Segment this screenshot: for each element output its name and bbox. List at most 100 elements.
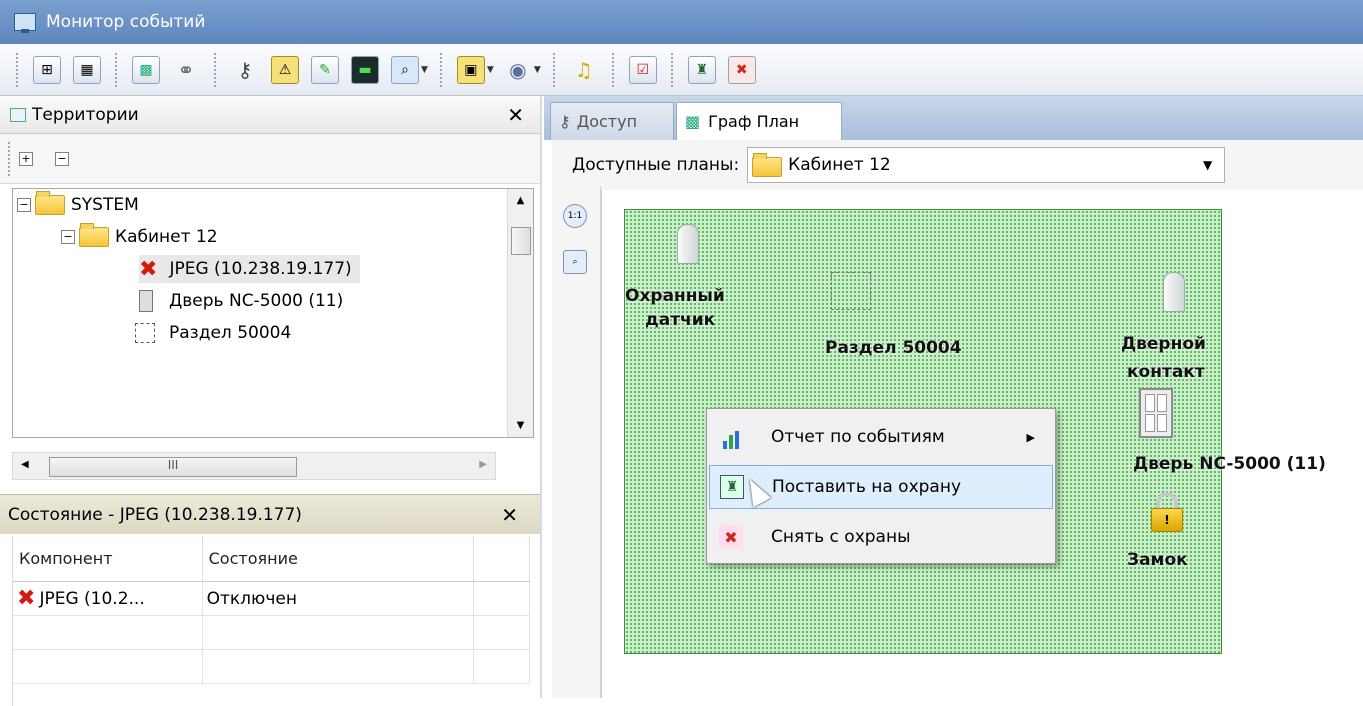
- main-toolbar: ⊞ ▦ ▩ ⚭ ⚷ ⚠ ✎ ▬ ⌕ ▼ ▣ ▼ ◉ ▼ ♫ ☑ ♜ ✖: [0, 44, 1363, 96]
- close-icon[interactable]: ✕: [507, 103, 524, 127]
- table-row-empty: [13, 650, 530, 684]
- chevron-down-icon[interactable]: ▼: [1203, 158, 1212, 172]
- lock-icon[interactable]: !: [1151, 492, 1183, 532]
- chart-icon: [719, 425, 743, 449]
- tree-node-label: SYSTEM: [71, 195, 139, 215]
- toolbar-grip[interactable]: [16, 52, 19, 87]
- zoom-icon[interactable]: ⌕: [391, 55, 419, 84]
- scroll-right-icon[interactable]: ▶: [479, 459, 487, 470]
- camera-icon[interactable]: ◉: [504, 56, 532, 84]
- folder-icon: [752, 153, 783, 177]
- plan-area: ⚷ Доступ ▩ Граф План Доступные планы: Ка…: [544, 96, 1363, 698]
- table-row[interactable]: ✖ JPEG (10.2... Отключен: [13, 582, 530, 616]
- zoom-dropdown-icon[interactable]: ▼: [421, 65, 428, 75]
- folder-icon: [79, 223, 109, 247]
- collapse-node-icon[interactable]: −: [17, 198, 31, 212]
- territory-panel-title: Территории: [32, 104, 139, 125]
- tree-vertical-scrollbar[interactable]: ▲ ▼: [507, 189, 533, 437]
- scroll-left-icon[interactable]: ◀: [21, 459, 29, 470]
- toolbar-grip: [8, 141, 11, 176]
- expand-all-button[interactable]: +: [19, 151, 33, 166]
- music-icon[interactable]: ♫: [570, 56, 598, 84]
- toolbar-separator: [611, 52, 615, 87]
- scroll-down-icon[interactable]: ▼: [508, 420, 533, 431]
- territory-icon: [10, 107, 26, 122]
- plan-select-value: Кабинет 12: [788, 155, 891, 175]
- camera-offline-icon: ✖: [139, 256, 158, 282]
- tree-node-label: Кабинет 12: [115, 227, 218, 247]
- disarm-icon[interactable]: ✖: [727, 55, 756, 84]
- tree-node-section[interactable]: Раздел 50004: [135, 319, 291, 347]
- zoom-fit-icon[interactable]: ⌕: [563, 250, 587, 274]
- available-plans-label: Доступные планы:: [572, 155, 740, 175]
- graph-plan-icon: ▩: [685, 112, 701, 131]
- export-icon[interactable]: ▣: [456, 55, 485, 84]
- cell-state: Отключен: [203, 582, 475, 615]
- section-label: Раздел 50004: [825, 338, 962, 358]
- export-dropdown-icon[interactable]: ▼: [487, 65, 494, 75]
- tree-node-system[interactable]: − SYSTEM: [17, 191, 139, 219]
- door-icon[interactable]: [1139, 388, 1173, 438]
- arm-icon: ♜: [720, 475, 744, 499]
- plan-select[interactable]: Кабинет 12 ▼: [747, 147, 1226, 183]
- door-contact-label-line1: Дверной: [1121, 334, 1206, 354]
- alarm-icon[interactable]: ⚠: [271, 55, 299, 84]
- cell-component: ✖ JPEG (10.2...: [13, 582, 203, 615]
- section-icon[interactable]: [831, 272, 871, 310]
- door-contact-icon[interactable]: [1163, 272, 1185, 312]
- key-icon[interactable]: ⚷: [231, 56, 259, 84]
- plan-side-toolbar: 1:1 ⌕: [552, 190, 602, 698]
- menu-item-label: Поставить на охрану: [772, 477, 962, 497]
- territory-icon[interactable]: ⊞: [33, 55, 61, 84]
- close-icon[interactable]: ✕: [501, 503, 518, 527]
- key-icon: ⚷: [559, 112, 571, 131]
- collapse-all-button[interactable]: −: [55, 151, 69, 166]
- graph-plan-icon[interactable]: ▩: [132, 55, 160, 84]
- tree-node-door[interactable]: Дверь NC-5000 (11): [139, 287, 343, 315]
- territory-tree[interactable]: − SYSTEM − Кабинет 12 ✖ JPEG (10.238.19.…: [12, 188, 534, 438]
- arm-icon[interactable]: ♜: [687, 55, 716, 84]
- link-icon[interactable]: ⚭: [172, 56, 200, 84]
- edit-icon[interactable]: ✎: [311, 55, 339, 84]
- scroll-thumb[interactable]: [511, 227, 531, 255]
- menu-item-disarm[interactable]: ✖ Снять с охраны: [709, 515, 1053, 559]
- door-label: Дверь NC-5000 (11): [1133, 454, 1326, 474]
- console-icon[interactable]: ▬: [351, 55, 379, 84]
- grid-icon[interactable]: ▦: [73, 55, 101, 84]
- menu-item-event-report[interactable]: Отчет по событиям ▶: [709, 415, 1053, 459]
- tree-horizontal-scrollbar[interactable]: ◀ III ▶: [12, 452, 496, 480]
- tree-node-cabinet[interactable]: − Кабинет 12: [61, 223, 218, 251]
- divider: [600, 186, 601, 698]
- window-title-bar: Монитор событий: [0, 0, 1363, 44]
- tab-label: Доступ: [576, 112, 638, 131]
- toolbar-separator: [439, 52, 443, 87]
- table-row-empty: [13, 616, 530, 650]
- sensor-label-line1: Охранный: [625, 286, 725, 306]
- state-grid: Компонент Состояние ✖ JPEG (10.2... Откл…: [12, 536, 530, 706]
- scroll-up-icon[interactable]: ▲: [508, 195, 533, 206]
- tab-strip: ⚷ Доступ ▩ Граф План: [544, 96, 1363, 140]
- tree-node-label: JPEG (10.238.19.177): [169, 259, 352, 279]
- toolbar-separator: [214, 52, 217, 87]
- section-icon: [135, 323, 155, 343]
- security-sensor-icon[interactable]: [677, 224, 699, 264]
- column-header-component[interactable]: Компонент: [13, 536, 203, 581]
- tab-access[interactable]: ⚷ Доступ: [550, 102, 674, 140]
- scroll-thumb[interactable]: III: [49, 457, 297, 477]
- camera-dropdown-icon[interactable]: ▼: [534, 65, 541, 75]
- tab-label: Граф План: [708, 112, 800, 131]
- territory-panel-header: Территории ✕: [0, 96, 540, 134]
- tree-toolbar: + −: [0, 134, 540, 184]
- zoom-1-1-button[interactable]: 1:1: [563, 204, 587, 228]
- tree-node-label: Дверь NC-5000 (11): [169, 291, 344, 311]
- tree-node-jpeg[interactable]: ✖ JPEG (10.238.19.177): [139, 255, 360, 283]
- checklist-icon[interactable]: ☑: [628, 55, 657, 84]
- tab-graph-plan[interactable]: ▩ Граф План: [676, 102, 842, 140]
- collapse-node-icon[interactable]: −: [61, 230, 75, 244]
- toolbar-separator: [670, 52, 674, 87]
- submenu-arrow-icon: ▶: [1026, 430, 1035, 444]
- lock-label: Замок: [1127, 550, 1188, 570]
- toolbar-separator: [552, 52, 556, 87]
- component-name: JPEG (10.2...: [39, 588, 145, 609]
- column-header-state[interactable]: Состояние: [203, 536, 475, 581]
